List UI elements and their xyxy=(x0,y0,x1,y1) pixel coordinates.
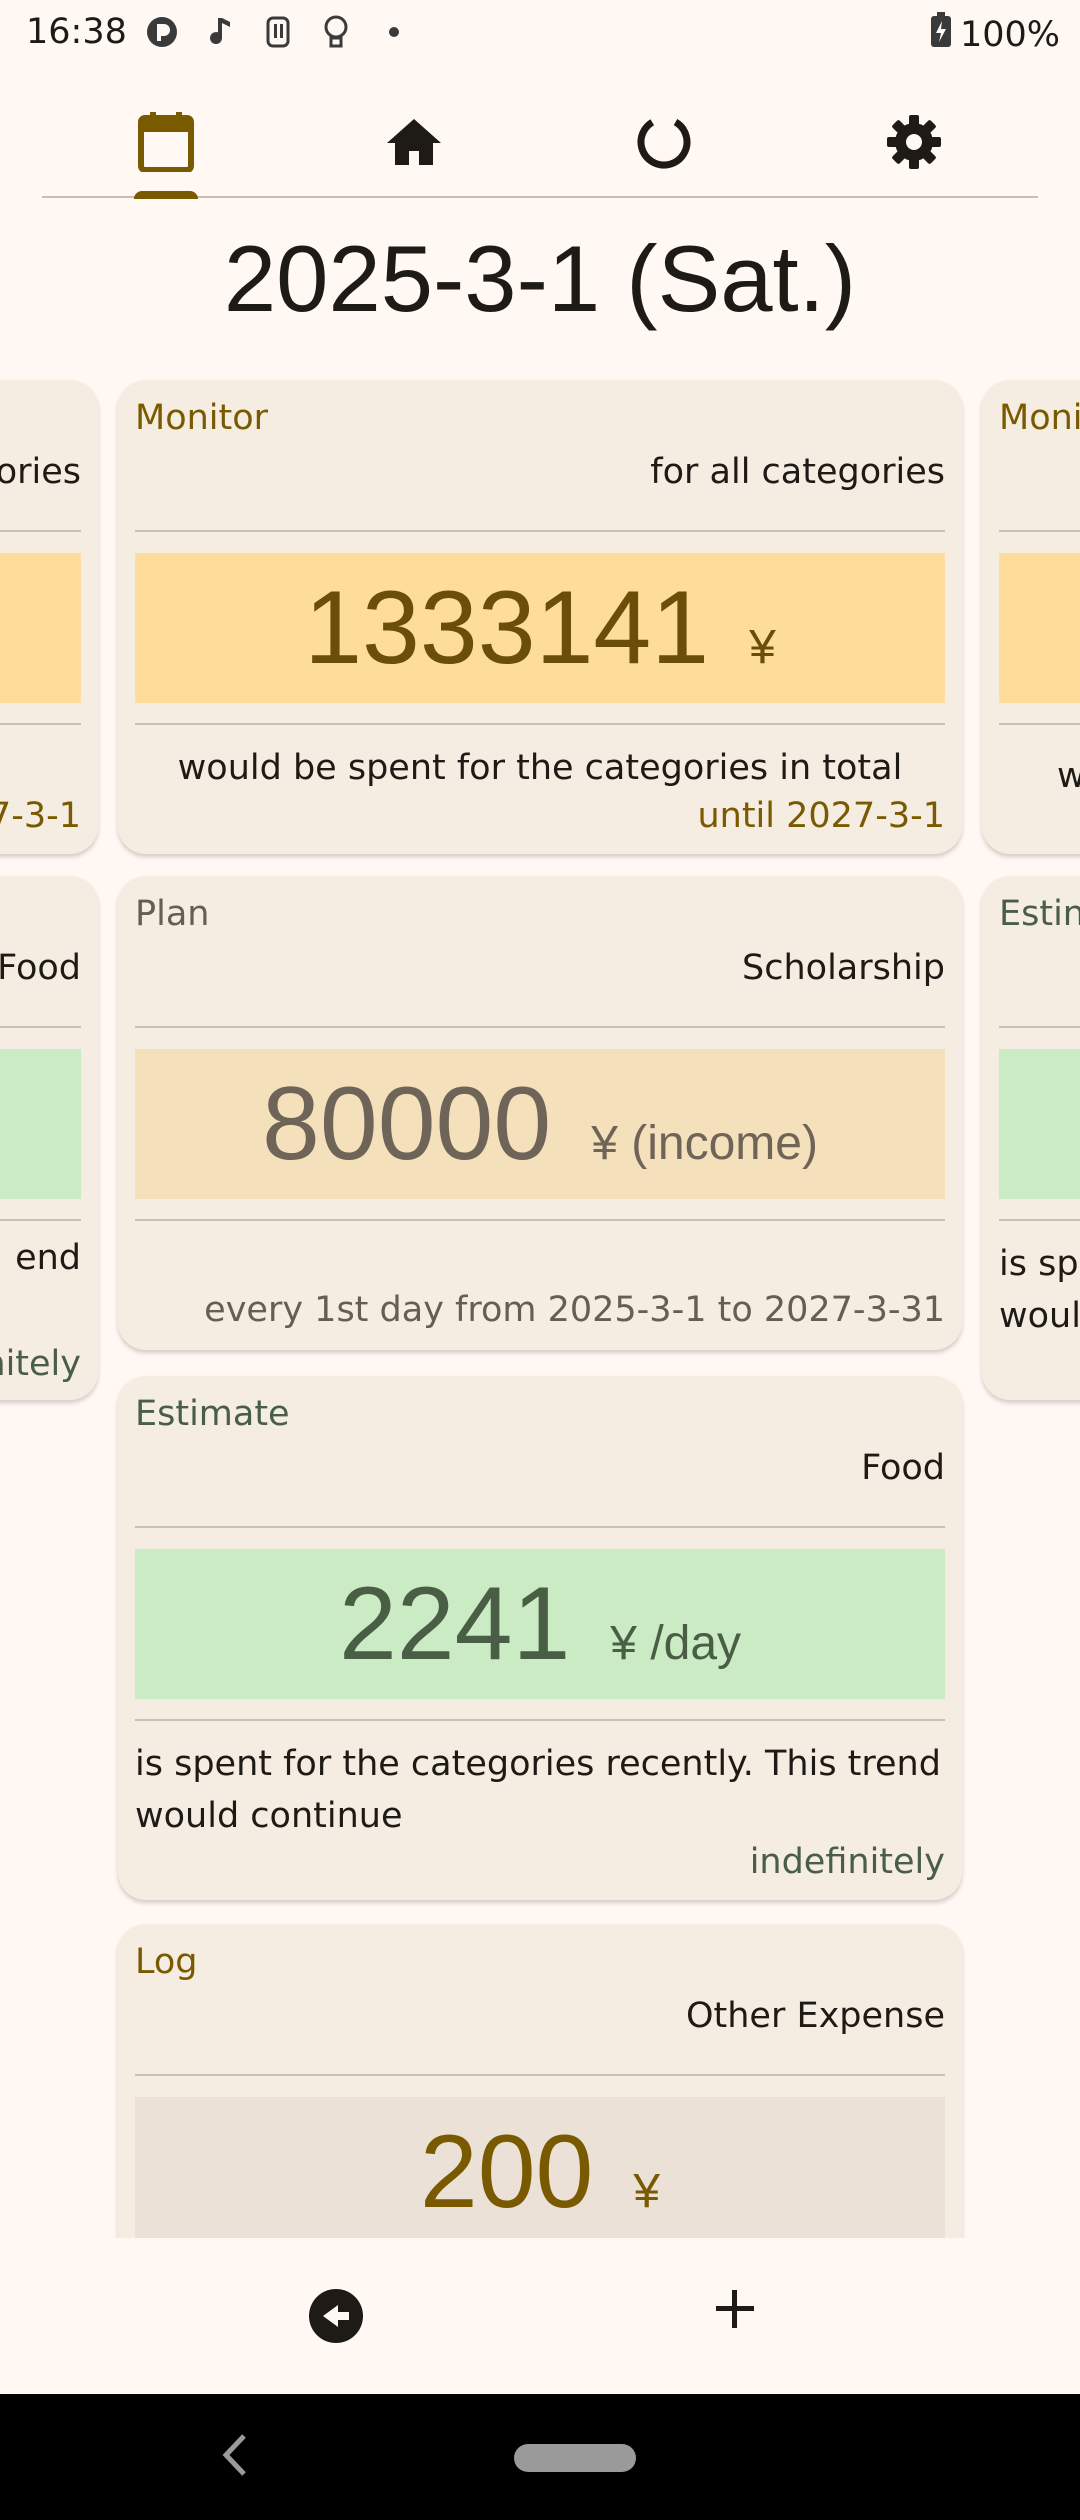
page-title: 2025-3-1 (Sat.) xyxy=(223,226,857,331)
prev-card-monitor[interactable]: ories al 7-3-1 xyxy=(0,380,98,854)
card-description: woul xyxy=(999,1296,1080,1336)
music-note-icon xyxy=(202,14,238,50)
plus-icon xyxy=(712,2290,758,2336)
card-description: is spent for the categories recently. Th… xyxy=(135,1744,941,1836)
tab-indicator xyxy=(134,191,198,199)
card-type: Estimate xyxy=(135,1394,290,1434)
circle-progress-icon xyxy=(635,113,693,175)
gear-icon xyxy=(886,114,942,174)
card-category: Food xyxy=(861,1448,945,1488)
cards-viewport: ories al 7-3-1 Food end nitely Moni w Es… xyxy=(0,368,1080,2238)
arrow-circle-left-icon xyxy=(308,2289,364,2348)
divider xyxy=(135,1219,945,1221)
card-type: Log xyxy=(135,1942,198,1982)
value-box: 200 ¥ xyxy=(135,2097,945,2238)
card-type: Estin xyxy=(999,894,1080,934)
value-box xyxy=(999,1049,1080,1199)
divider xyxy=(999,530,1080,532)
card-value: 80000 xyxy=(262,1066,552,1182)
tab-progress[interactable] xyxy=(604,90,724,198)
divider xyxy=(135,1026,945,1028)
divider xyxy=(135,1719,945,1721)
card-plan[interactable]: Plan Scholarship 80000 ¥ (income) every … xyxy=(118,876,962,1350)
value-box: 1333141 ¥ xyxy=(135,553,945,703)
card-until: nitely xyxy=(0,1344,81,1384)
next-card-estimate[interactable]: Estin is sp woul xyxy=(982,876,1080,1400)
add-button[interactable] xyxy=(712,2286,772,2346)
divider xyxy=(0,1219,81,1221)
tab-settings[interactable] xyxy=(854,90,974,198)
card-unit: ¥ xyxy=(633,2165,661,2218)
battery-charging-icon xyxy=(930,12,952,57)
card-until: 7-3-1 xyxy=(0,796,81,836)
divider xyxy=(135,723,945,725)
divider xyxy=(135,1526,945,1528)
value-box xyxy=(0,1049,81,1199)
home-icon xyxy=(385,117,443,171)
divider xyxy=(135,2074,945,2076)
divider xyxy=(0,723,81,725)
status-time: 16:38 xyxy=(26,12,127,52)
value-box xyxy=(0,553,81,703)
system-back-button[interactable] xyxy=(220,2432,250,2482)
card-log[interactable]: Log Other Expense 200 ¥ xyxy=(118,1924,962,2238)
card-category: Scholarship xyxy=(742,948,945,988)
divider xyxy=(999,723,1080,725)
card-monitor[interactable]: Monitor for all categories 1333141 ¥ wou… xyxy=(118,380,962,854)
card-type: Plan xyxy=(135,894,210,934)
next-card-monitor[interactable]: Moni w xyxy=(982,380,1080,854)
calendar-icon xyxy=(138,112,194,176)
tab-home[interactable] xyxy=(354,90,474,198)
card-until: indefinitely xyxy=(749,1842,945,1882)
prev-card-estimate[interactable]: Food end nitely xyxy=(0,876,98,1400)
card-schedule: every 1st day from 2025-3-1 to 2027-3-31 xyxy=(204,1290,945,1330)
card-description: is sp xyxy=(999,1244,1079,1284)
divider xyxy=(999,1026,1080,1028)
pixel-mask-icon xyxy=(144,14,180,50)
tab-calendar[interactable] xyxy=(106,90,226,199)
dot-icon xyxy=(376,14,412,50)
card-category: Other Expense xyxy=(685,1996,945,2036)
card-value: 1333141 xyxy=(304,570,710,686)
value-box: 2241 ¥ /day xyxy=(135,1549,945,1699)
back-button[interactable] xyxy=(308,2288,368,2348)
system-home-pill[interactable] xyxy=(514,2444,636,2472)
card-description: end xyxy=(15,1238,81,1278)
bottom-action-bar xyxy=(0,2238,1080,2394)
card-description: w xyxy=(1057,756,1080,796)
card-description: would be spent for the categories in tot… xyxy=(177,748,903,788)
divider xyxy=(0,530,81,532)
value-box xyxy=(999,553,1080,703)
card-unit: ¥ (income) xyxy=(591,1117,818,1170)
card-type: Moni xyxy=(999,398,1080,438)
status-icons xyxy=(144,14,412,50)
card-unit: ¥ xyxy=(749,621,776,674)
divider xyxy=(135,530,945,532)
card-type: Monitor xyxy=(135,398,269,438)
value-box: 80000 ¥ (income) xyxy=(135,1049,945,1199)
card-until: until 2027-3-1 xyxy=(697,796,945,836)
chevron-left-icon xyxy=(220,2434,250,2482)
card-category: for all categories xyxy=(650,452,945,492)
card-estimate[interactable]: Estimate Food 2241 ¥ /day is spent for t… xyxy=(118,1376,962,1900)
divider xyxy=(999,1219,1080,1221)
card-value: 200 xyxy=(419,2114,594,2230)
card-value: 2241 xyxy=(338,1566,571,1682)
divider xyxy=(0,1026,81,1028)
status-bar: 16:38 100% xyxy=(0,0,1080,66)
card-category: ories xyxy=(0,452,81,492)
card-unit: ¥ /day xyxy=(610,1617,742,1670)
card-category: Food xyxy=(0,948,81,988)
lightbulb-icon xyxy=(318,14,354,50)
battery-percent: 100% xyxy=(959,14,1060,55)
keep-icon xyxy=(260,14,296,50)
status-right: 100% xyxy=(930,12,1060,57)
system-nav-bar xyxy=(0,2394,1080,2520)
tab-bar xyxy=(42,90,1038,199)
